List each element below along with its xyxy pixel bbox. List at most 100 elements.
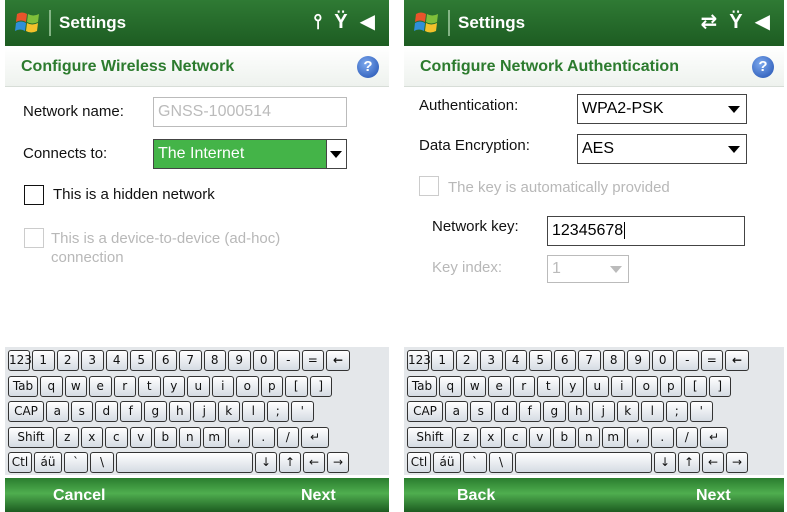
key-x[interactable]: x	[479, 426, 502, 448]
key-l[interactable]: l	[242, 401, 265, 422]
key-g[interactable]: g	[543, 401, 566, 422]
key-sym3-8[interactable]: ,	[626, 426, 649, 448]
key-tab[interactable]: Tab	[407, 375, 437, 397]
key-r[interactable]: r	[512, 375, 535, 397]
arrow-up-key[interactable]: ↑	[279, 452, 301, 473]
key-w[interactable]: w	[64, 375, 87, 397]
key-d[interactable]: d	[95, 401, 118, 422]
key-8[interactable]: 8	[203, 350, 226, 371]
key-9[interactable]: 9	[627, 350, 650, 371]
arrow-down-key[interactable]: ↓	[255, 452, 277, 473]
key-1[interactable]: 1	[32, 350, 55, 371]
key-b[interactable]: b	[154, 426, 177, 448]
speaker-off-icon[interactable]: ◀	[360, 10, 375, 34]
key-v[interactable]: v	[129, 426, 152, 448]
key-sym3-8[interactable]: ,	[227, 426, 250, 448]
key-sym1-12[interactable]: ]	[309, 375, 332, 397]
key-ctl[interactable]: Ctl	[407, 452, 431, 473]
key-123[interactable]: 123	[8, 350, 32, 371]
key-u[interactable]: u	[187, 375, 210, 397]
key-z[interactable]: z	[455, 426, 478, 448]
arrow-down-key[interactable]: ↓	[654, 452, 676, 473]
key-sym4-3[interactable]: \	[90, 452, 114, 473]
key-2[interactable]: 2	[455, 350, 478, 371]
key-f[interactable]: f	[119, 401, 142, 422]
arrow-right-key[interactable]: →	[726, 452, 748, 473]
connectivity-icon[interactable]: ⇄	[701, 10, 718, 34]
antenna-off-icon[interactable]: Ÿ	[729, 10, 742, 34]
key-l[interactable]: l	[641, 401, 664, 422]
key-5[interactable]: 5	[130, 350, 153, 371]
key-sym3-10[interactable]: /	[675, 426, 698, 448]
key-s[interactable]: s	[469, 401, 492, 422]
key-v[interactable]: v	[528, 426, 551, 448]
cancel-button[interactable]: Cancel	[53, 478, 105, 512]
key-w[interactable]: w	[463, 375, 486, 397]
key-ctl[interactable]: Ctl	[8, 452, 32, 473]
key-sym4-1[interactable]: áü	[433, 452, 461, 473]
key-p[interactable]: p	[260, 375, 283, 397]
key-c[interactable]: c	[105, 426, 128, 448]
key-sym4-2[interactable]: `	[463, 452, 487, 473]
key-sym2-11[interactable]: '	[291, 401, 314, 422]
back-button[interactable]: Back	[457, 478, 495, 512]
key-q[interactable]: q	[439, 375, 462, 397]
key-s[interactable]: s	[70, 401, 93, 422]
space-key[interactable]	[116, 452, 253, 473]
key-c[interactable]: c	[504, 426, 527, 448]
key-shift[interactable]: Shift	[8, 426, 54, 448]
arrow-left-key[interactable]: ←	[702, 452, 724, 473]
key-1[interactable]: 1	[431, 350, 454, 371]
enter-key[interactable]: ↵	[301, 426, 329, 448]
key-7[interactable]: 7	[179, 350, 202, 371]
key-sym2-10[interactable]: ;	[266, 401, 289, 422]
key-sym3-10[interactable]: /	[276, 426, 299, 448]
key-6[interactable]: 6	[553, 350, 576, 371]
key-n[interactable]: n	[577, 426, 600, 448]
key-x[interactable]: x	[80, 426, 103, 448]
key-sym2-11[interactable]: '	[690, 401, 713, 422]
enter-key[interactable]: ↵	[700, 426, 728, 448]
key-y[interactable]: y	[561, 375, 584, 397]
arrow-up-key[interactable]: ↑	[678, 452, 700, 473]
key-sym1-12[interactable]: ]	[708, 375, 731, 397]
key-e[interactable]: e	[488, 375, 511, 397]
next-button[interactable]: Next	[301, 478, 336, 512]
key-sym3-9[interactable]: .	[252, 426, 275, 448]
key-tab[interactable]: Tab	[8, 375, 38, 397]
key-i[interactable]: i	[610, 375, 633, 397]
key-f[interactable]: f	[518, 401, 541, 422]
key-h[interactable]: h	[168, 401, 191, 422]
key-t[interactable]: t	[537, 375, 560, 397]
space-key[interactable]	[515, 452, 652, 473]
antenna-off-icon[interactable]: Ÿ	[334, 10, 347, 34]
key-5[interactable]: 5	[529, 350, 552, 371]
key-m[interactable]: m	[602, 426, 625, 448]
key-cap[interactable]: CAP	[8, 401, 44, 422]
next-button[interactable]: Next	[696, 478, 731, 512]
key-p[interactable]: p	[659, 375, 682, 397]
key-2[interactable]: 2	[56, 350, 79, 371]
key-sym4-1[interactable]: áü	[34, 452, 62, 473]
key-a[interactable]: a	[46, 401, 69, 422]
key-k[interactable]: k	[217, 401, 240, 422]
key-d[interactable]: d	[494, 401, 517, 422]
key-o[interactable]: o	[236, 375, 259, 397]
key-a[interactable]: a	[445, 401, 468, 422]
key-shift[interactable]: Shift	[407, 426, 453, 448]
key-q[interactable]: q	[40, 375, 63, 397]
key-4[interactable]: 4	[105, 350, 128, 371]
network-name-field[interactable]: GNSS-1000514	[153, 97, 347, 127]
speaker-off-icon[interactable]: ◀	[755, 10, 770, 34]
signal-icon[interactable]: ⫯	[314, 10, 323, 34]
key-sym4-2[interactable]: `	[64, 452, 88, 473]
key-cap[interactable]: CAP	[407, 401, 443, 422]
key-r[interactable]: r	[113, 375, 136, 397]
hidden-network-checkbox[interactable]	[24, 185, 44, 205]
key-o[interactable]: o	[635, 375, 658, 397]
arrow-left-key[interactable]: ←	[303, 452, 325, 473]
authentication-dropdown[interactable]: WPA2-PSK	[577, 94, 747, 124]
key-8[interactable]: 8	[602, 350, 625, 371]
adhoc-checkbox[interactable]	[24, 228, 44, 248]
key-9[interactable]: 9	[228, 350, 251, 371]
